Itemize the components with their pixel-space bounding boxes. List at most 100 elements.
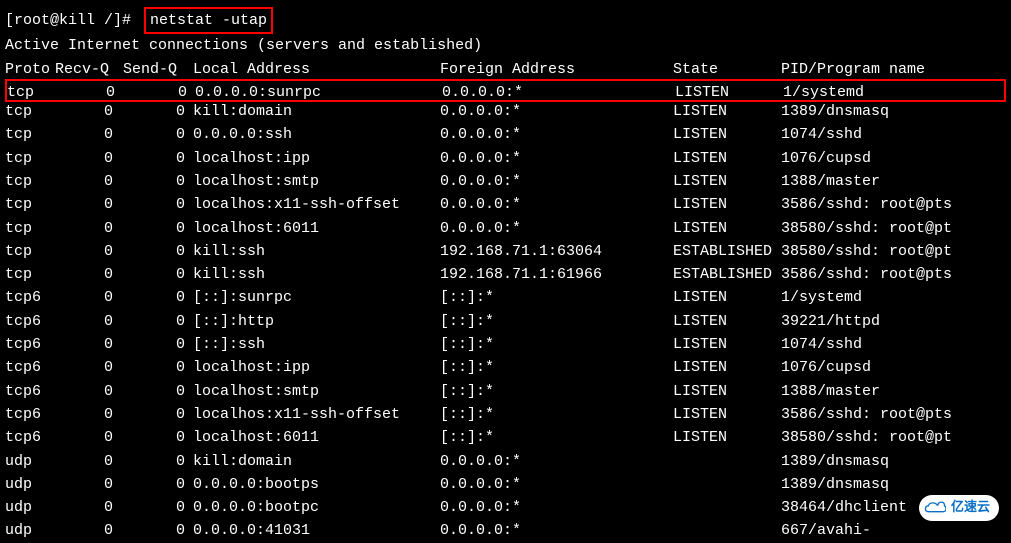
cell-recvq: 0 [55, 426, 123, 449]
cell-recvq: 0 [55, 170, 123, 193]
table-row: tcp000.0.0.0:sunrpc0.0.0.0:*LISTEN1/syst… [5, 79, 1006, 102]
cell-pid: 3586/sshd: root@pts [781, 263, 952, 286]
cell-proto: tcp [5, 147, 55, 170]
cell-proto: tcp6 [5, 333, 55, 356]
cell-foreign: 0.0.0.0:* [440, 123, 673, 146]
cell-proto: tcp6 [5, 286, 55, 309]
cell-recvq: 0 [55, 473, 123, 496]
cell-local: [::]:ssh [193, 333, 440, 356]
cell-proto: udp [5, 519, 55, 542]
cell-recvq: 0 [55, 263, 123, 286]
cell-foreign: [::]:* [440, 333, 673, 356]
command-text: netstat -utap [150, 12, 267, 29]
cell-foreign: 0.0.0.0:* [440, 217, 673, 240]
table-row: tcp00kill:ssh192.168.71.1:63064ESTABLISH… [5, 240, 1006, 263]
cell-foreign: 0.0.0.0:* [442, 81, 675, 104]
cell-proto: tcp6 [5, 380, 55, 403]
table-row: tcp00kill:ssh192.168.71.1:61966ESTABLISH… [5, 263, 1006, 286]
cell-local: 0.0.0.0:ssh [193, 123, 440, 146]
cell-recvq: 0 [55, 217, 123, 240]
cell-recvq: 0 [55, 240, 123, 263]
cell-local: kill:ssh [193, 240, 440, 263]
cell-foreign: [::]:* [440, 286, 673, 309]
cell-sendq: 0 [123, 240, 193, 263]
header-recvq: Recv-Q [55, 58, 123, 81]
cell-pid: 1388/master [781, 170, 880, 193]
cell-state: LISTEN [673, 147, 781, 170]
cell-sendq: 0 [123, 123, 193, 146]
table-row: tcp600[::]:http[::]:*LISTEN39221/httpd [5, 310, 1006, 333]
cell-foreign: 0.0.0.0:* [440, 170, 673, 193]
cell-foreign: 0.0.0.0:* [440, 450, 673, 473]
cloud-icon [924, 499, 946, 517]
table-row: tcp600localhost:smtp[::]:*LISTEN1388/mas… [5, 380, 1006, 403]
cell-proto: tcp [5, 240, 55, 263]
table-row: tcp600[::]:sunrpc[::]:*LISTEN1/systemd [5, 286, 1006, 309]
cell-foreign: [::]:* [440, 426, 673, 449]
cell-sendq: 0 [123, 450, 193, 473]
cell-recvq: 0 [55, 193, 123, 216]
cell-sendq: 0 [123, 170, 193, 193]
cell-state: LISTEN [673, 217, 781, 240]
cell-proto: tcp [5, 193, 55, 216]
cell-foreign: 0.0.0.0:* [440, 147, 673, 170]
header-sendq: Send-Q [123, 58, 193, 81]
cell-proto: udp [5, 496, 55, 519]
table-row: tcp600localhost:6011[::]:*LISTEN38580/ss… [5, 426, 1006, 449]
table-row: udp000.0.0.0:410310.0.0.0:*667/avahi- [5, 519, 1006, 542]
cell-pid: 1074/sshd [781, 333, 862, 356]
table-row: tcp00localhost:60110.0.0.0:*LISTEN38580/… [5, 217, 1006, 240]
table-row: tcp00localhost:smtp0.0.0.0:*LISTEN1388/m… [5, 170, 1006, 193]
cell-pid: 1/systemd [781, 286, 862, 309]
cell-state: LISTEN [673, 333, 781, 356]
header-proto: Proto [5, 58, 55, 81]
cell-pid: 1389/dnsmasq [781, 473, 889, 496]
cell-pid: 1076/cupsd [781, 356, 871, 379]
table-row: udp00kill:domain0.0.0.0:*1389/dnsmasq [5, 450, 1006, 473]
cell-recvq: 0 [55, 123, 123, 146]
cell-recvq: 0 [55, 286, 123, 309]
cell-local: [::]:http [193, 310, 440, 333]
cell-foreign: [::]:* [440, 380, 673, 403]
cell-proto: tcp [5, 170, 55, 193]
cell-pid: 1389/dnsmasq [781, 450, 889, 473]
cell-proto: tcp6 [5, 403, 55, 426]
table-body: tcp000.0.0.0:sunrpc0.0.0.0:*LISTEN1/syst… [5, 79, 1006, 543]
cell-sendq: 0 [123, 310, 193, 333]
table-row: tcp000.0.0.0:ssh0.0.0.0:*LISTEN1074/sshd [5, 123, 1006, 146]
cell-state: LISTEN [673, 286, 781, 309]
cell-sendq: 0 [123, 193, 193, 216]
cell-sendq: 0 [123, 147, 193, 170]
cell-state: LISTEN [673, 403, 781, 426]
cell-proto: tcp6 [5, 356, 55, 379]
cell-sendq: 0 [123, 286, 193, 309]
cell-sendq: 0 [123, 356, 193, 379]
cell-foreign: [::]:* [440, 403, 673, 426]
cell-pid: 1074/sshd [781, 123, 862, 146]
cell-pid: 1388/master [781, 380, 880, 403]
cell-pid: 1076/cupsd [781, 147, 871, 170]
cell-pid: 3586/sshd: root@pts [781, 403, 952, 426]
cell-local: localhost:6011 [193, 426, 440, 449]
table-row: tcp600localhos:x11-ssh-offset[::]:*LISTE… [5, 403, 1006, 426]
cell-proto: tcp [7, 81, 57, 104]
cell-foreign: 0.0.0.0:* [440, 193, 673, 216]
cell-sendq: 0 [125, 81, 195, 104]
cell-sendq: 0 [123, 217, 193, 240]
cell-state: LISTEN [673, 380, 781, 403]
cell-state: LISTEN [673, 356, 781, 379]
cell-local: localhos:x11-ssh-offset [193, 403, 440, 426]
cell-state: LISTEN [673, 426, 781, 449]
output-subtitle: Active Internet connections (servers and… [5, 34, 1006, 57]
cell-state: LISTEN [673, 123, 781, 146]
cell-pid: 1/systemd [783, 81, 864, 104]
cell-sendq: 0 [123, 263, 193, 286]
cell-local: 0.0.0.0:bootps [193, 473, 440, 496]
cell-foreign: 0.0.0.0:* [440, 519, 673, 542]
cell-state: LISTEN [673, 310, 781, 333]
cell-local: [::]:sunrpc [193, 286, 440, 309]
cell-local: localhost:6011 [193, 217, 440, 240]
table-row: tcp00localhos:x11-ssh-offset0.0.0.0:*LIS… [5, 193, 1006, 216]
cell-recvq: 0 [55, 310, 123, 333]
cell-proto: udp [5, 450, 55, 473]
